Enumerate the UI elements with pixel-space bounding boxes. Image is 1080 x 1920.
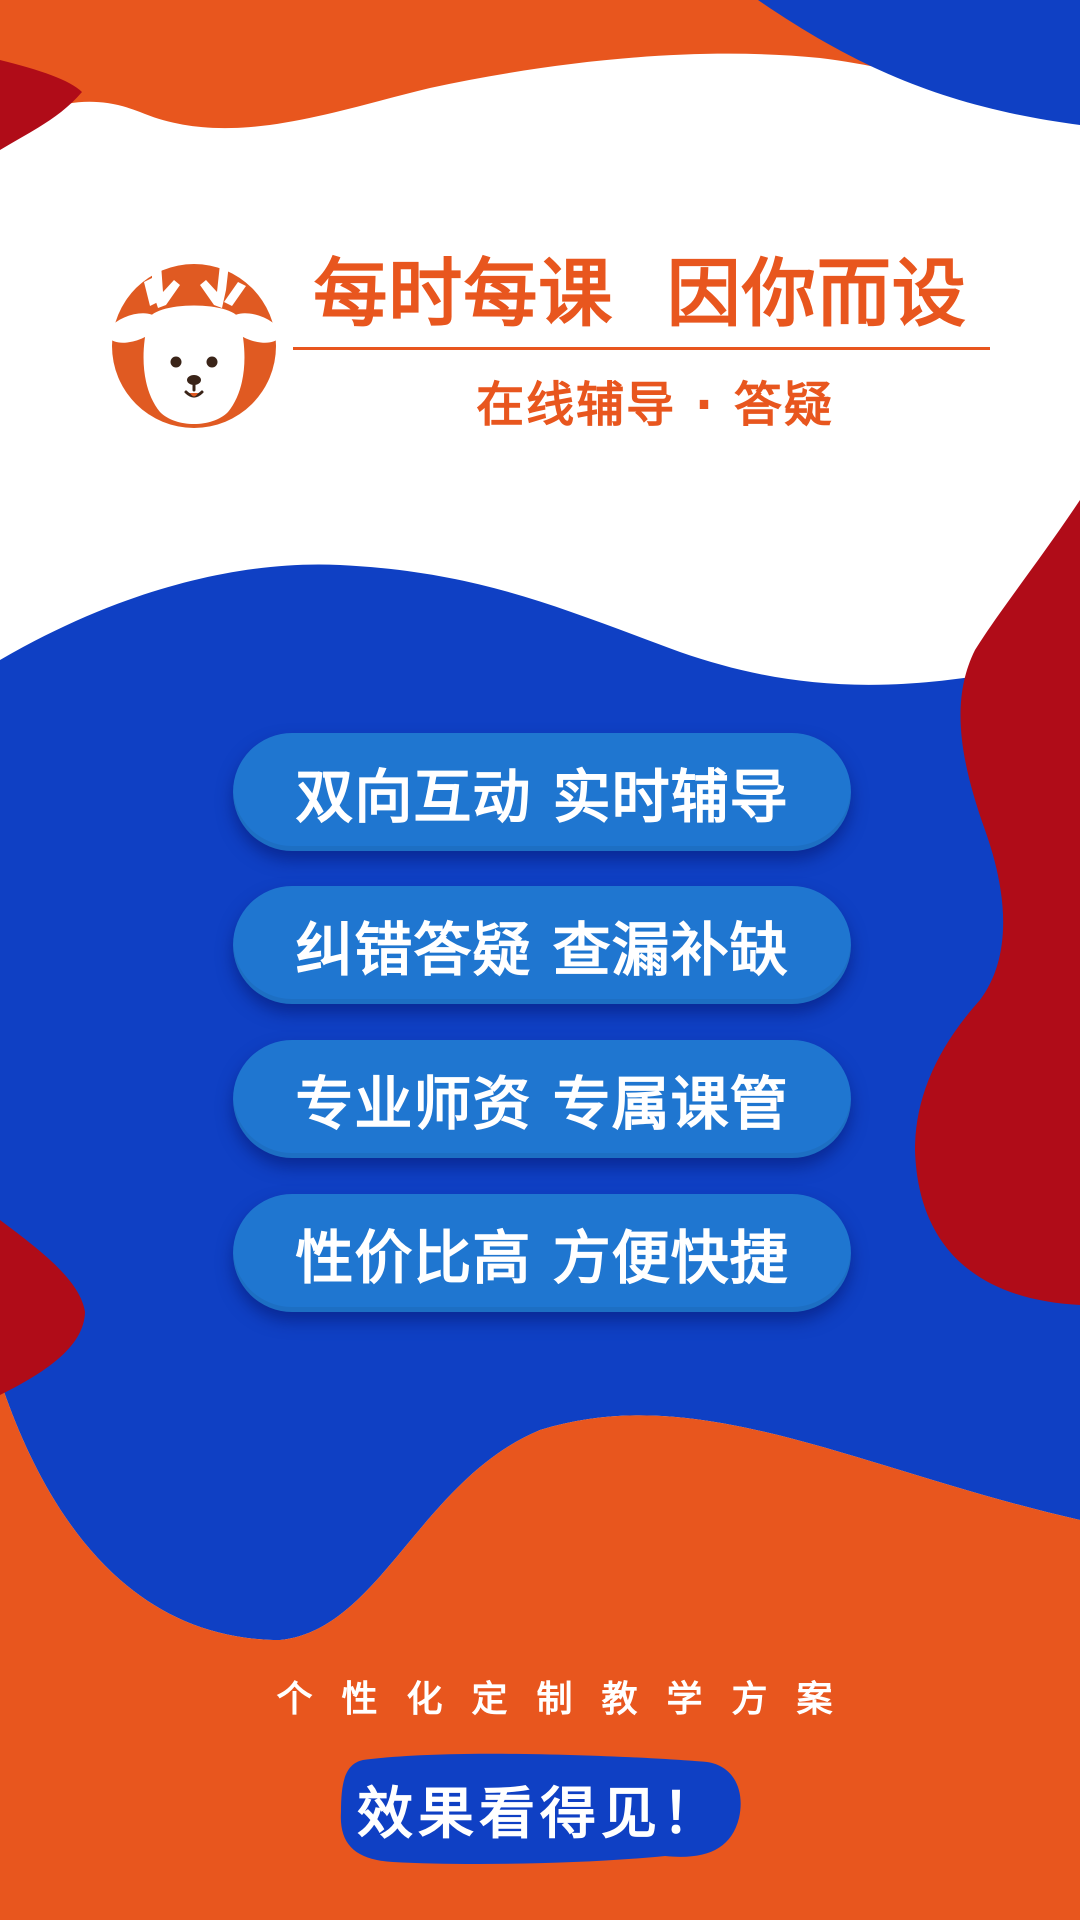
cta-text: 效果看得见！	[357, 1782, 723, 1847]
blue-top-right-shape	[758, 0, 1080, 125]
feature-label: 纠错答疑 查漏补缺	[295, 916, 789, 984]
feature-pill: 双向互动 实时辅导	[233, 733, 851, 851]
headline: 每时每课 因你而设	[313, 251, 967, 337]
feature-pill: 纠错答疑 查漏补缺	[233, 886, 851, 1004]
subline: 在线辅导 · 答疑	[476, 377, 834, 433]
feature-label: 专业师资 专属课管	[295, 1070, 789, 1138]
poster: 每时每课 因你而设 在线辅导 · 答疑 双向互动 实时辅导 纠错答疑 查漏补缺 …	[0, 0, 1080, 1920]
header-divider	[293, 347, 990, 350]
feature-pill: 性价比高 方便快捷	[233, 1194, 851, 1312]
feature-label: 性价比高 方便快捷	[295, 1224, 789, 1292]
footer-tagline: 个性化定制教学方案	[276, 1679, 862, 1720]
feature-pill: 专业师资 专属课管	[233, 1040, 851, 1158]
feature-label: 双向互动 实时辅导	[295, 763, 789, 831]
deer-head-icon	[108, 264, 281, 428]
